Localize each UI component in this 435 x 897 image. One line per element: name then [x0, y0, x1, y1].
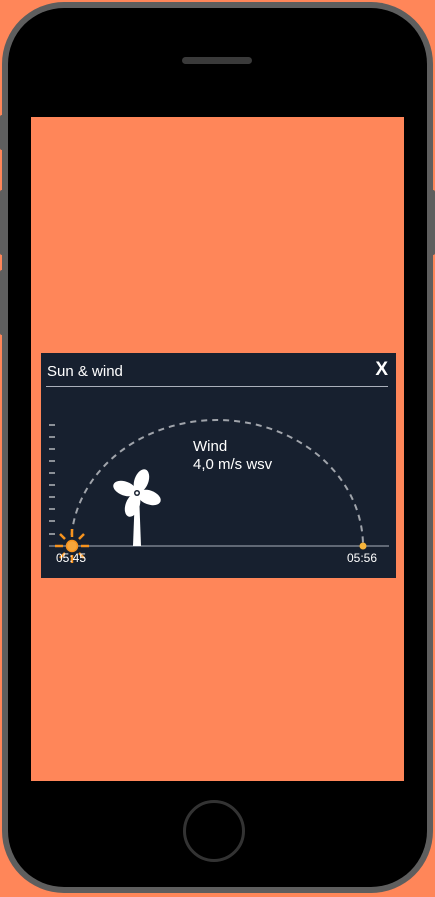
- home-button[interactable]: [183, 800, 245, 862]
- mute-switch: [0, 115, 4, 150]
- scale-ticks: [49, 424, 55, 535]
- wind-label: Wind: [193, 438, 228, 455]
- volume-down-button: [0, 270, 4, 335]
- wind-info: Wind 4,0 m/s wsv: [193, 438, 272, 474]
- volume-up-button: [0, 190, 4, 255]
- power-button: [431, 190, 435, 255]
- sun-wind-card: Sun & wind X Wind 4,0 m/s wsv 05:45 05:5…: [41, 353, 396, 578]
- wind-value: 4,0 m/s wsv: [193, 456, 273, 473]
- sunset-marker: [359, 542, 367, 550]
- sunrise-time: 05:45: [56, 551, 87, 565]
- speaker: [182, 57, 252, 64]
- wind-turbine-icon: [113, 469, 161, 546]
- sunset-time: 05:56: [347, 551, 378, 565]
